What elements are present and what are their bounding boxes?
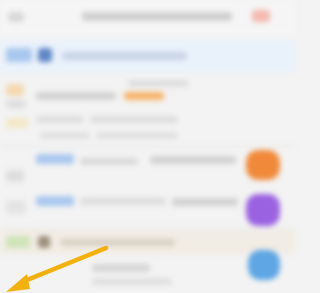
swipe-arrow-icon <box>6 245 109 292</box>
